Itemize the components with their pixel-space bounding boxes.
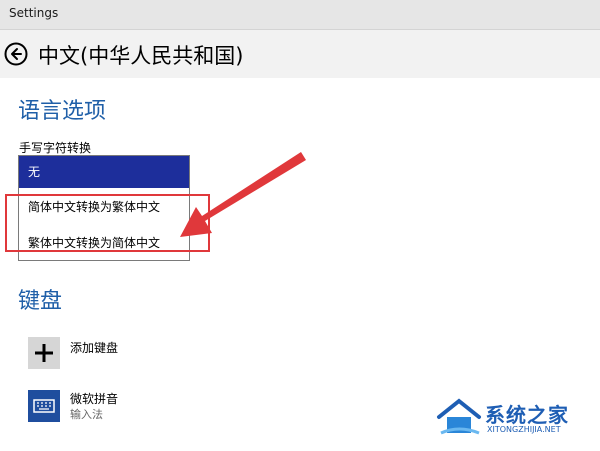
watermark-logo: 系统之家 XITONGZHIJIA.NET	[435, 395, 590, 445]
add-keyboard-button[interactable]	[28, 337, 60, 369]
page-header: 中文(中华人民共和国)	[0, 30, 600, 78]
microsoft-pinyin-keyboard[interactable]	[28, 390, 60, 422]
keyboard-type: 输入法	[70, 408, 103, 421]
keyboard-icon	[33, 399, 55, 413]
keyboard-heading: 键盘	[18, 289, 63, 314]
page-title: 中文(中华人民共和国)	[38, 44, 244, 68]
back-arrow-icon[interactable]	[4, 42, 28, 66]
plus-icon	[35, 344, 53, 362]
watermark-url: XITONGZHIJIA.NET	[487, 425, 561, 434]
watermark-text: 系统之家	[485, 403, 569, 427]
keyboard-name: 微软拼音	[70, 392, 119, 406]
title-bar: Settings	[0, 0, 600, 30]
add-keyboard-label: 添加键盘	[70, 341, 119, 355]
annotation-highlight-box	[5, 194, 210, 252]
language-options-heading: 语言选项	[18, 99, 107, 124]
house-logo-icon	[437, 398, 481, 435]
window-title: Settings	[9, 6, 59, 20]
dropdown-option-none[interactable]: 无	[19, 156, 189, 188]
handwriting-conversion-label: 手写字符转换	[19, 141, 92, 155]
